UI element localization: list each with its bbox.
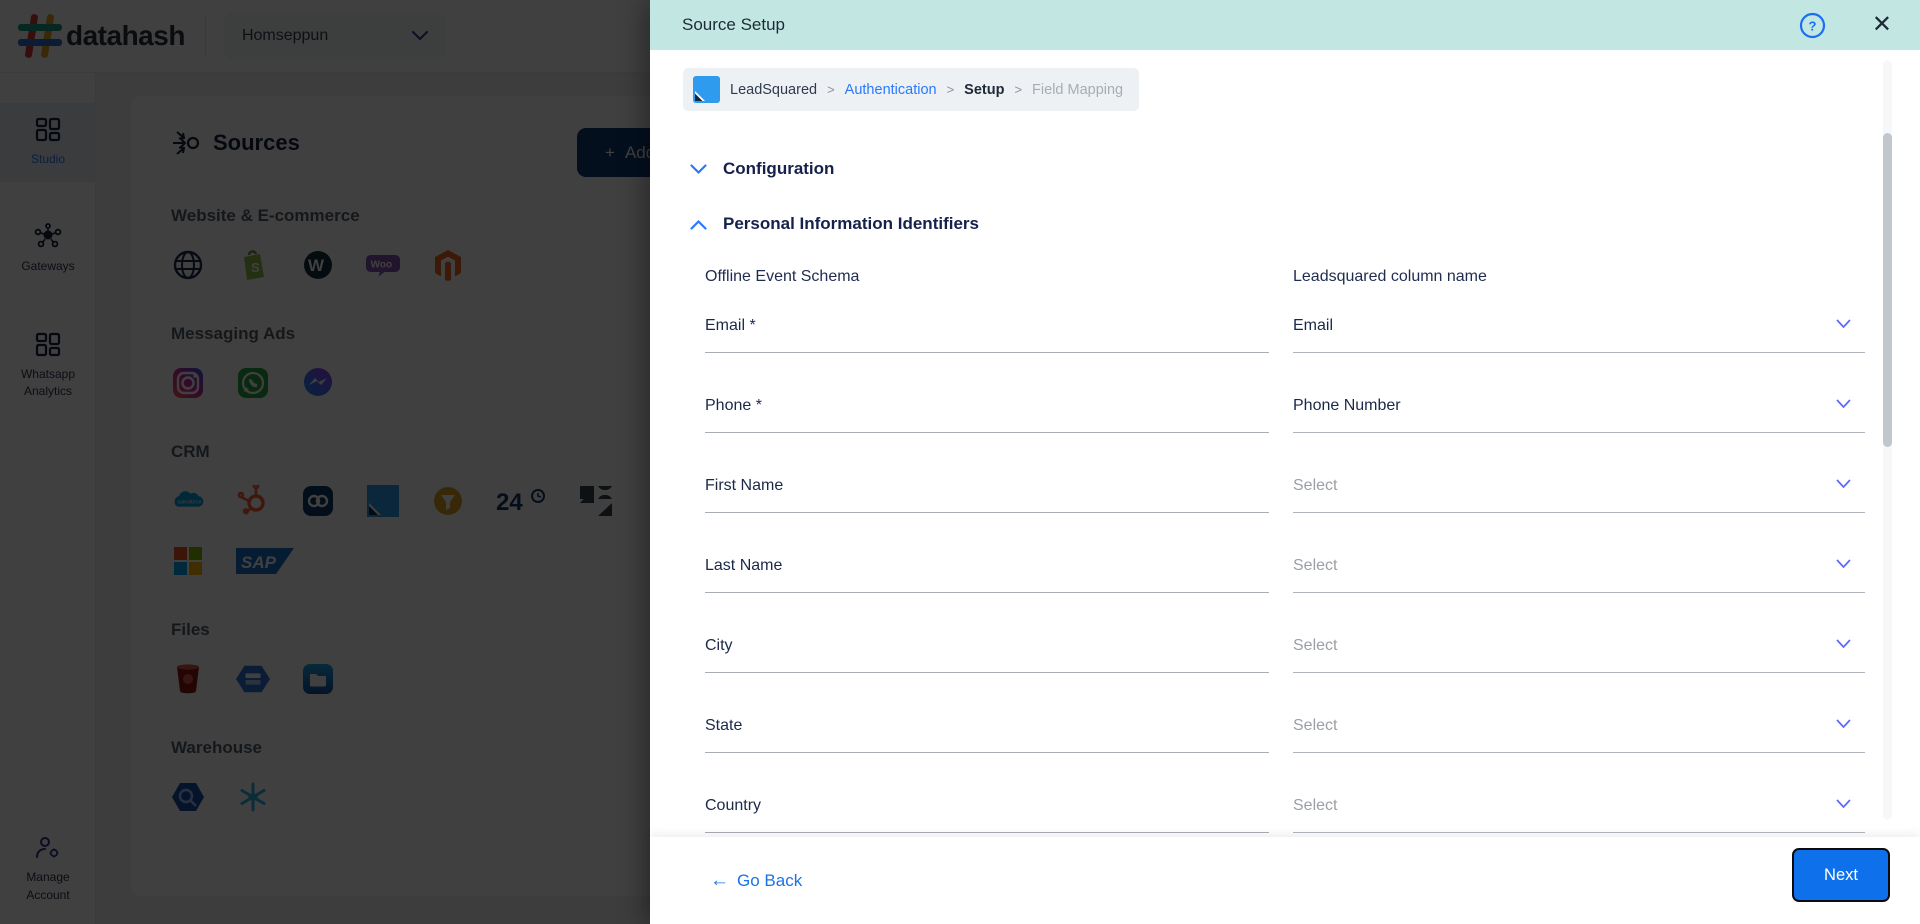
input-underline	[1293, 832, 1865, 833]
breadcrumb-separator: >	[827, 82, 835, 97]
next-button[interactable]: Next	[1792, 848, 1890, 902]
chevron-down-icon	[1836, 799, 1851, 809]
close-button[interactable]: ✕	[1872, 13, 1892, 37]
modal-scrollbar-track[interactable]	[1883, 60, 1892, 820]
column-header-offline-event-schema: Offline Event Schema	[705, 268, 860, 285]
modal-body: LeadSquared > Authentication > Setup > F…	[650, 50, 1920, 837]
go-back-label: Go Back	[737, 870, 803, 890]
select-placeholder: Select	[1293, 557, 1338, 574]
section-title-configuration: Configuration	[723, 159, 835, 178]
select-placeholder: Select	[1293, 717, 1338, 734]
help-button[interactable]: ?	[1799, 12, 1826, 39]
column-select-country[interactable]: Select	[1293, 787, 1865, 837]
breadcrumb-authentication[interactable]: Authentication	[845, 82, 937, 98]
input-underline	[1293, 512, 1865, 513]
input-underline	[705, 672, 1269, 673]
field-mapping-form: Email * Email Phone * Phone Number First…	[705, 307, 1865, 837]
input-underline	[705, 432, 1269, 433]
schema-field-first-name[interactable]: First Name	[705, 467, 1269, 547]
breadcrumb-separator: >	[946, 82, 955, 97]
schema-field-state[interactable]: State	[705, 707, 1269, 787]
section-configuration[interactable]: Configuration	[650, 156, 1920, 182]
mapping-row-state: State Select	[705, 707, 1865, 787]
column-header-leadsquared-column-name: Leadsquared column name	[1293, 268, 1487, 285]
schema-label: Last Name	[705, 557, 783, 574]
breadcrumb-separator: >	[1014, 82, 1023, 97]
chevron-down-icon	[1836, 559, 1851, 569]
schema-field-last-name[interactable]: Last Name	[705, 547, 1269, 627]
schema-field-country[interactable]: Country	[705, 787, 1269, 837]
input-underline	[705, 352, 1269, 353]
schema-label: City	[705, 637, 733, 654]
select-placeholder: Select	[1293, 637, 1338, 654]
go-back-button[interactable]: ← Go Back	[710, 870, 802, 892]
column-select-last-name[interactable]: Select	[1293, 547, 1865, 627]
schema-label: State	[705, 717, 743, 734]
leadsquared-logo-icon	[693, 76, 720, 103]
section-personal-information-identifiers[interactable]: Personal Information Identifiers	[650, 211, 1920, 237]
schema-label: Country	[705, 797, 762, 814]
chevron-up-icon	[690, 219, 707, 230]
select-placeholder: Select	[1293, 477, 1338, 494]
close-icon: ✕	[1871, 11, 1892, 38]
chevron-down-icon	[690, 163, 707, 174]
input-underline	[705, 512, 1269, 513]
select-value: Email	[1293, 317, 1334, 334]
column-select-phone[interactable]: Phone Number	[1293, 387, 1865, 467]
modal-header: Source Setup ? ✕	[650, 0, 1920, 50]
help-icon: ?	[1799, 12, 1825, 38]
input-underline	[1293, 592, 1865, 593]
chevron-down-icon	[1836, 399, 1851, 409]
schema-label: Phone *	[705, 397, 762, 414]
schema-label: Email *	[705, 317, 756, 334]
chevron-down-icon	[1836, 319, 1851, 329]
schema-field-email[interactable]: Email *	[705, 307, 1269, 387]
svg-text:?: ?	[1808, 18, 1816, 33]
breadcrumb-field-mapping: Field Mapping	[1032, 81, 1124, 98]
mapping-row-first-name: First Name Select	[705, 467, 1865, 547]
schema-field-city[interactable]: City	[705, 627, 1269, 707]
source-setup-modal: Source Setup ? ✕ LeadSquared > Authentic…	[650, 0, 1920, 924]
input-underline	[705, 592, 1269, 593]
input-underline	[1293, 672, 1865, 673]
chevron-down-icon	[1836, 639, 1851, 649]
mapping-row-country: Country Select	[705, 787, 1865, 837]
modal-title: Source Setup	[682, 15, 786, 34]
input-underline	[705, 752, 1269, 753]
column-select-state[interactable]: Select	[1293, 707, 1865, 787]
column-select-city[interactable]: Select	[1293, 627, 1865, 707]
mapping-row-last-name: Last Name Select	[705, 547, 1865, 627]
modal-footer: ← Go Back Next	[650, 837, 1920, 924]
chevron-down-icon	[1836, 719, 1851, 729]
select-placeholder: Select	[1293, 797, 1338, 814]
mapping-row-email: Email * Email	[705, 307, 1865, 387]
select-value: Phone Number	[1293, 397, 1401, 414]
breadcrumb: LeadSquared > Authentication > Setup > F…	[683, 68, 1140, 111]
breadcrumb-leadsquared: LeadSquared	[730, 81, 818, 98]
back-arrow-icon: ←	[710, 869, 729, 891]
modal-backdrop[interactable]	[0, 0, 650, 924]
chevron-down-icon	[1836, 479, 1851, 489]
schema-field-phone[interactable]: Phone *	[705, 387, 1269, 467]
input-underline	[1293, 432, 1865, 433]
schema-label: First Name	[705, 477, 784, 494]
mapping-row-city: City Select	[705, 627, 1865, 707]
mapping-row-phone: Phone * Phone Number	[705, 387, 1865, 467]
input-underline	[1293, 752, 1865, 753]
input-underline	[705, 832, 1269, 833]
section-title-pii: Personal Information Identifiers	[723, 214, 979, 233]
column-select-email[interactable]: Email	[1293, 307, 1865, 387]
modal-scrollbar-thumb[interactable]	[1883, 133, 1892, 447]
breadcrumb-setup[interactable]: Setup	[964, 82, 1004, 98]
column-select-first-name[interactable]: Select	[1293, 467, 1865, 547]
input-underline	[1293, 352, 1865, 353]
